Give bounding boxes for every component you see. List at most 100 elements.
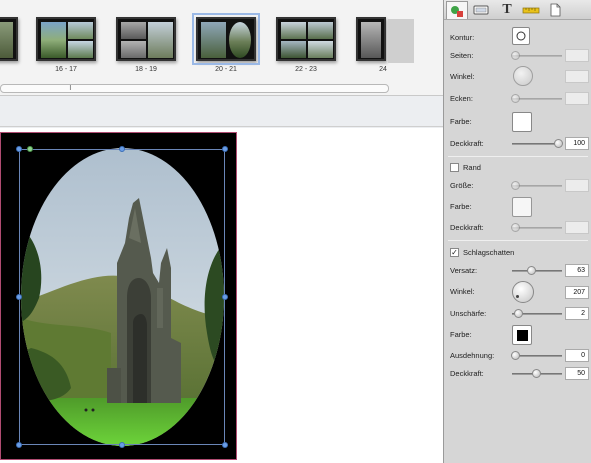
left-workspace: 16 - 17 18 - 19 20 - 21 22 - 23 24 ||| — [0, 0, 443, 463]
farbe-row: Farbe: — [450, 112, 588, 134]
versatz-slider[interactable] — [512, 270, 562, 272]
resize-handle-right[interactable] — [222, 294, 228, 300]
page-icon — [550, 3, 561, 17]
schatten-label: Schlagschatten — [463, 248, 515, 257]
schatten-deckkraft-row: Deckkraft: 50 — [450, 366, 589, 382]
winkel-label: Winkel: — [450, 72, 475, 81]
ruler-icon — [522, 7, 540, 14]
rand-deckkraft-value[interactable] — [565, 221, 589, 234]
resize-handle-top[interactable] — [119, 146, 125, 152]
schatten-winkel-dial[interactable] — [512, 281, 534, 303]
selected-page[interactable] — [0, 132, 237, 460]
seiten-row: Seiten: — [450, 48, 589, 64]
deckkraft-value[interactable]: 100 — [565, 137, 589, 150]
thumbnail-label: 20 - 21 — [215, 66, 237, 73]
thumbnail-page-20-21[interactable] — [192, 13, 260, 65]
kontur-row: Kontur: — [450, 27, 588, 46]
thumbnail-label: 18 - 19 — [135, 66, 157, 73]
unschaerfe-slider-knob[interactable] — [514, 309, 523, 318]
thumbnail-photo — [41, 22, 66, 58]
schatten-checkbox[interactable]: ✓ — [450, 248, 459, 257]
thumbnail-page-22-23[interactable] — [276, 17, 336, 61]
inspector-panel: T Kontur: Seiten: Winkel: Ecken: Farbe: … — [443, 0, 591, 463]
inspector-tabs: T — [444, 0, 591, 20]
thumbnail-photo — [0, 22, 13, 58]
thumbnail-page-24[interactable] — [356, 17, 386, 61]
thumbnail-photo — [229, 22, 251, 58]
toolbar-band — [0, 97, 443, 127]
text-icon: T — [502, 2, 512, 17]
ausdehnung-label: Ausdehnung: — [450, 351, 495, 360]
deckkraft-slider-knob[interactable] — [554, 139, 563, 148]
winkel-dial[interactable] — [513, 66, 533, 86]
schatten-row: ✓ Schlagschatten — [450, 246, 588, 262]
schatten-winkel-value[interactable]: 207 — [565, 286, 589, 299]
rand-farbe-row: Farbe: — [450, 197, 588, 219]
farbe-swatch[interactable] — [512, 112, 532, 132]
thumbnail-page-18-19[interactable] — [116, 17, 176, 61]
ausdehnung-row: Ausdehnung: 0 — [450, 348, 589, 364]
deckkraft-label: Deckkraft: — [450, 139, 484, 148]
filmstrip-scrollbar[interactable]: ||| — [0, 84, 389, 93]
ecken-value[interactable] — [565, 92, 589, 105]
versatz-value[interactable]: 63 — [565, 264, 589, 277]
tab-text[interactable]: T — [496, 1, 518, 19]
thumbnail-page-14-15[interactable] — [0, 17, 18, 61]
rand-farbe-swatch[interactable] — [512, 197, 532, 217]
rand-label: Rand — [463, 163, 481, 172]
unschaerfe-label: Unschärfe: — [450, 309, 487, 318]
ecken-row: Ecken: — [450, 91, 589, 107]
thumbnail-photo — [281, 41, 306, 58]
rand-groesse-value[interactable] — [565, 179, 589, 192]
selection-frame[interactable] — [19, 149, 225, 445]
resize-handle-bottom[interactable] — [119, 442, 125, 448]
tab-ruler[interactable] — [520, 1, 542, 19]
effects-icon — [451, 5, 463, 17]
thumbnail-photo — [361, 22, 381, 58]
tab-page[interactable] — [544, 1, 566, 19]
seiten-slider-knob[interactable] — [511, 51, 520, 60]
thumbnail-photo — [308, 41, 333, 58]
oval-shape-icon — [516, 31, 526, 41]
tab-frame[interactable] — [470, 1, 492, 19]
kontur-shape-button[interactable] — [512, 27, 530, 45]
resize-handle-top-right[interactable] — [222, 146, 228, 152]
unschaerfe-value[interactable]: 2 — [565, 307, 589, 320]
dial-indicator — [516, 295, 519, 298]
versatz-row: Versatz: 63 — [450, 263, 589, 279]
thumbnail-photo — [121, 41, 146, 58]
ausdehnung-slider-knob[interactable] — [511, 351, 520, 360]
schatten-farbe-swatch[interactable] — [512, 325, 532, 345]
thumbnail-photo — [148, 22, 173, 58]
ausdehnung-value[interactable]: 0 — [565, 349, 589, 362]
schatten-deckkraft-value[interactable]: 50 — [565, 367, 589, 380]
schatten-deckkraft-slider-knob[interactable] — [532, 369, 541, 378]
ecken-slider-knob[interactable] — [511, 94, 520, 103]
rand-groesse-label: Größe: — [450, 181, 474, 190]
rotate-handle[interactable] — [27, 146, 33, 152]
winkel-value[interactable] — [565, 70, 589, 83]
thumbnail-page-16-17[interactable] — [36, 17, 96, 61]
resize-handle-bottom-right[interactable] — [222, 442, 228, 448]
thumbnail-label: 24 — [379, 66, 387, 73]
rand-deckkraft-slider-knob[interactable] — [511, 223, 520, 232]
rand-checkbox[interactable] — [450, 163, 459, 172]
resize-handle-bottom-left[interactable] — [16, 442, 22, 448]
resize-handle-left[interactable] — [16, 294, 22, 300]
rand-row: Rand — [450, 161, 588, 177]
shadow-color-fill — [516, 329, 528, 341]
thumbnail-blank-page[interactable] — [388, 19, 414, 63]
schatten-farbe-row: Farbe: — [450, 325, 588, 347]
rand-groesse-slider-knob[interactable] — [511, 181, 520, 190]
versatz-slider-knob[interactable] — [527, 266, 536, 275]
thumbnail-photo — [201, 22, 226, 58]
seiten-value[interactable] — [565, 49, 589, 62]
thumbnail-photo — [68, 22, 93, 39]
schatten-farbe-label: Farbe: — [450, 330, 472, 339]
schatten-winkel-row: Winkel: 207 — [450, 281, 589, 305]
resize-handle-top-left[interactable] — [16, 146, 22, 152]
scrollbar-grip[interactable]: ||| — [66, 86, 74, 91]
rand-deckkraft-label: Deckkraft: — [450, 223, 484, 232]
tab-effects[interactable] — [446, 1, 468, 19]
seiten-label: Seiten: — [450, 51, 474, 60]
